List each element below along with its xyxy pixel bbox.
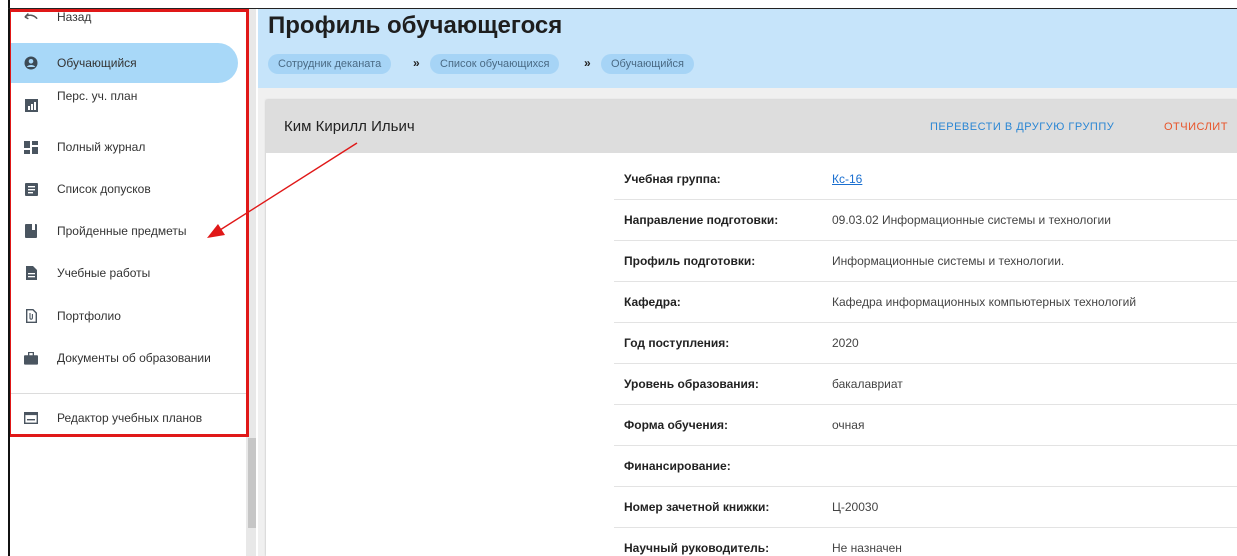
field-value: Ц-20030 bbox=[832, 500, 879, 514]
info-row-admission-year: Год поступления: 2020 bbox=[614, 323, 1237, 364]
sidebar-item-label: Редактор учебных планов bbox=[57, 411, 203, 425]
sidebar-item-full-journal[interactable]: Полный журнал bbox=[10, 127, 238, 167]
sidebar-item-student[interactable]: Обучающийся bbox=[10, 43, 238, 83]
document-icon bbox=[24, 266, 38, 280]
frame-border bbox=[8, 0, 10, 556]
page-title: Профиль обучающегося bbox=[268, 12, 563, 39]
app-window: Назад Обучающийся Перс. уч. план Полный … bbox=[0, 0, 1237, 556]
field-value: 2020 bbox=[832, 336, 859, 350]
sidebar-item-admissions[interactable]: Список допусков bbox=[10, 169, 238, 209]
info-row-study-form: Форма обучения: очная bbox=[614, 405, 1237, 446]
field-label: Профиль подготовки: bbox=[624, 254, 756, 268]
user-circle-icon bbox=[24, 56, 38, 70]
sidebar: Назад Обучающийся Перс. уч. план Полный … bbox=[10, 9, 246, 556]
field-label: Направление подготовки: bbox=[624, 213, 779, 227]
sidebar-item-education-documents[interactable]: Документы об образовании bbox=[10, 338, 238, 378]
field-label: Финансирование: bbox=[624, 459, 731, 473]
info-row-record-book: Номер зачетной книжки: Ц-20030 bbox=[614, 487, 1237, 528]
dashboard-icon bbox=[24, 140, 38, 154]
breadcrumb-dean-staff[interactable]: Сотрудник деканата bbox=[268, 54, 392, 74]
sidebar-item-label: Список допусков bbox=[57, 182, 151, 196]
sidebar-item-label: Перс. уч. план bbox=[57, 89, 138, 103]
expel-button[interactable]: ОТЧИСЛИТ bbox=[1164, 121, 1228, 133]
sidebar-item-label: Документы об образовании bbox=[57, 351, 211, 365]
sidebar-item-label: Обучающийся bbox=[57, 56, 137, 70]
book-icon bbox=[24, 224, 38, 238]
attachment-icon bbox=[24, 309, 38, 323]
field-label: Уровень образования: bbox=[624, 377, 759, 391]
info-row-supervisor: Научный руководитель: Не назначен bbox=[614, 528, 1237, 556]
field-value: Информационные системы и технологии. bbox=[832, 254, 1065, 268]
sidebar-item-study-works[interactable]: Учебные работы bbox=[10, 253, 238, 293]
breadcrumb-student-list[interactable]: Список обучающихся bbox=[430, 54, 560, 74]
breadcrumb-student[interactable]: Обучающийся bbox=[601, 54, 695, 74]
field-value: Не назначен bbox=[832, 541, 902, 555]
keyboard-icon bbox=[24, 411, 38, 425]
list-icon bbox=[24, 182, 38, 196]
sidebar-item-label: Полный журнал bbox=[57, 140, 146, 154]
breadcrumb-separator: » bbox=[584, 56, 591, 70]
student-name: Ким Кирилл Ильич bbox=[284, 118, 415, 135]
chart-icon bbox=[24, 98, 38, 112]
sidebar-item-back[interactable]: Назад bbox=[10, 0, 238, 37]
info-row-profile: Профиль подготовки: Информационные систе… bbox=[614, 241, 1237, 282]
field-value: 09.03.02 Информационные системы и технол… bbox=[832, 213, 1111, 227]
info-row-department: Кафедра: Кафедра информационных компьюте… bbox=[614, 282, 1237, 323]
sidebar-item-label: Назад bbox=[57, 10, 92, 24]
sidebar-divider bbox=[10, 393, 246, 394]
sidebar-item-portfolio[interactable]: Портфолио bbox=[10, 296, 238, 336]
field-value: бакалавриат bbox=[832, 377, 903, 391]
field-label: Учебная группа: bbox=[624, 172, 721, 186]
sidebar-item-passed-subjects[interactable]: Пройденные предметы bbox=[10, 211, 238, 251]
field-value: Кафедра информационных компьютерных техн… bbox=[832, 295, 1137, 309]
field-value: очная bbox=[832, 418, 865, 432]
back-arrow-icon bbox=[24, 10, 38, 24]
info-row-group: Учебная группа: Кс-16 bbox=[614, 159, 1237, 200]
group-link[interactable]: Кс-16 bbox=[832, 172, 862, 186]
field-label: Научный руководитель: bbox=[624, 541, 770, 555]
info-row-direction: Направление подготовки: 09.03.02 Информа… bbox=[614, 200, 1237, 241]
sidebar-item-label: Пройденные предметы bbox=[57, 224, 187, 238]
info-row-financing: Финансирование: bbox=[614, 446, 1237, 487]
sidebar-item-curriculum-editor[interactable]: Редактор учебных планов bbox=[10, 398, 238, 438]
page-header: Профиль обучающегося Сотрудник деканата … bbox=[258, 9, 1237, 88]
field-label: Год поступления: bbox=[624, 336, 730, 350]
sidebar-item-label: Портфолио bbox=[57, 309, 121, 323]
sidebar-item-personal-plan[interactable]: Перс. уч. план bbox=[10, 85, 238, 125]
transfer-group-button[interactable]: ПЕРЕВЕСТИ В ДРУГУЮ ГРУППУ bbox=[930, 121, 1114, 133]
card-header: Ким Кирилл Ильич ПЕРЕВЕСТИ В ДРУГУЮ ГРУП… bbox=[266, 100, 1237, 153]
info-row-education-level: Уровень образования: бакалавриат bbox=[614, 364, 1237, 405]
field-label: Номер зачетной книжки: bbox=[624, 500, 770, 514]
field-label: Кафедра: bbox=[624, 295, 681, 309]
briefcase-icon bbox=[24, 351, 38, 365]
sidebar-item-label: Учебные работы bbox=[57, 266, 151, 280]
field-label: Форма обучения: bbox=[624, 418, 728, 432]
breadcrumb-separator: » bbox=[413, 56, 420, 70]
sidebar-scrollbar-thumb[interactable] bbox=[248, 438, 256, 528]
frame-border bbox=[8, 8, 1237, 9]
